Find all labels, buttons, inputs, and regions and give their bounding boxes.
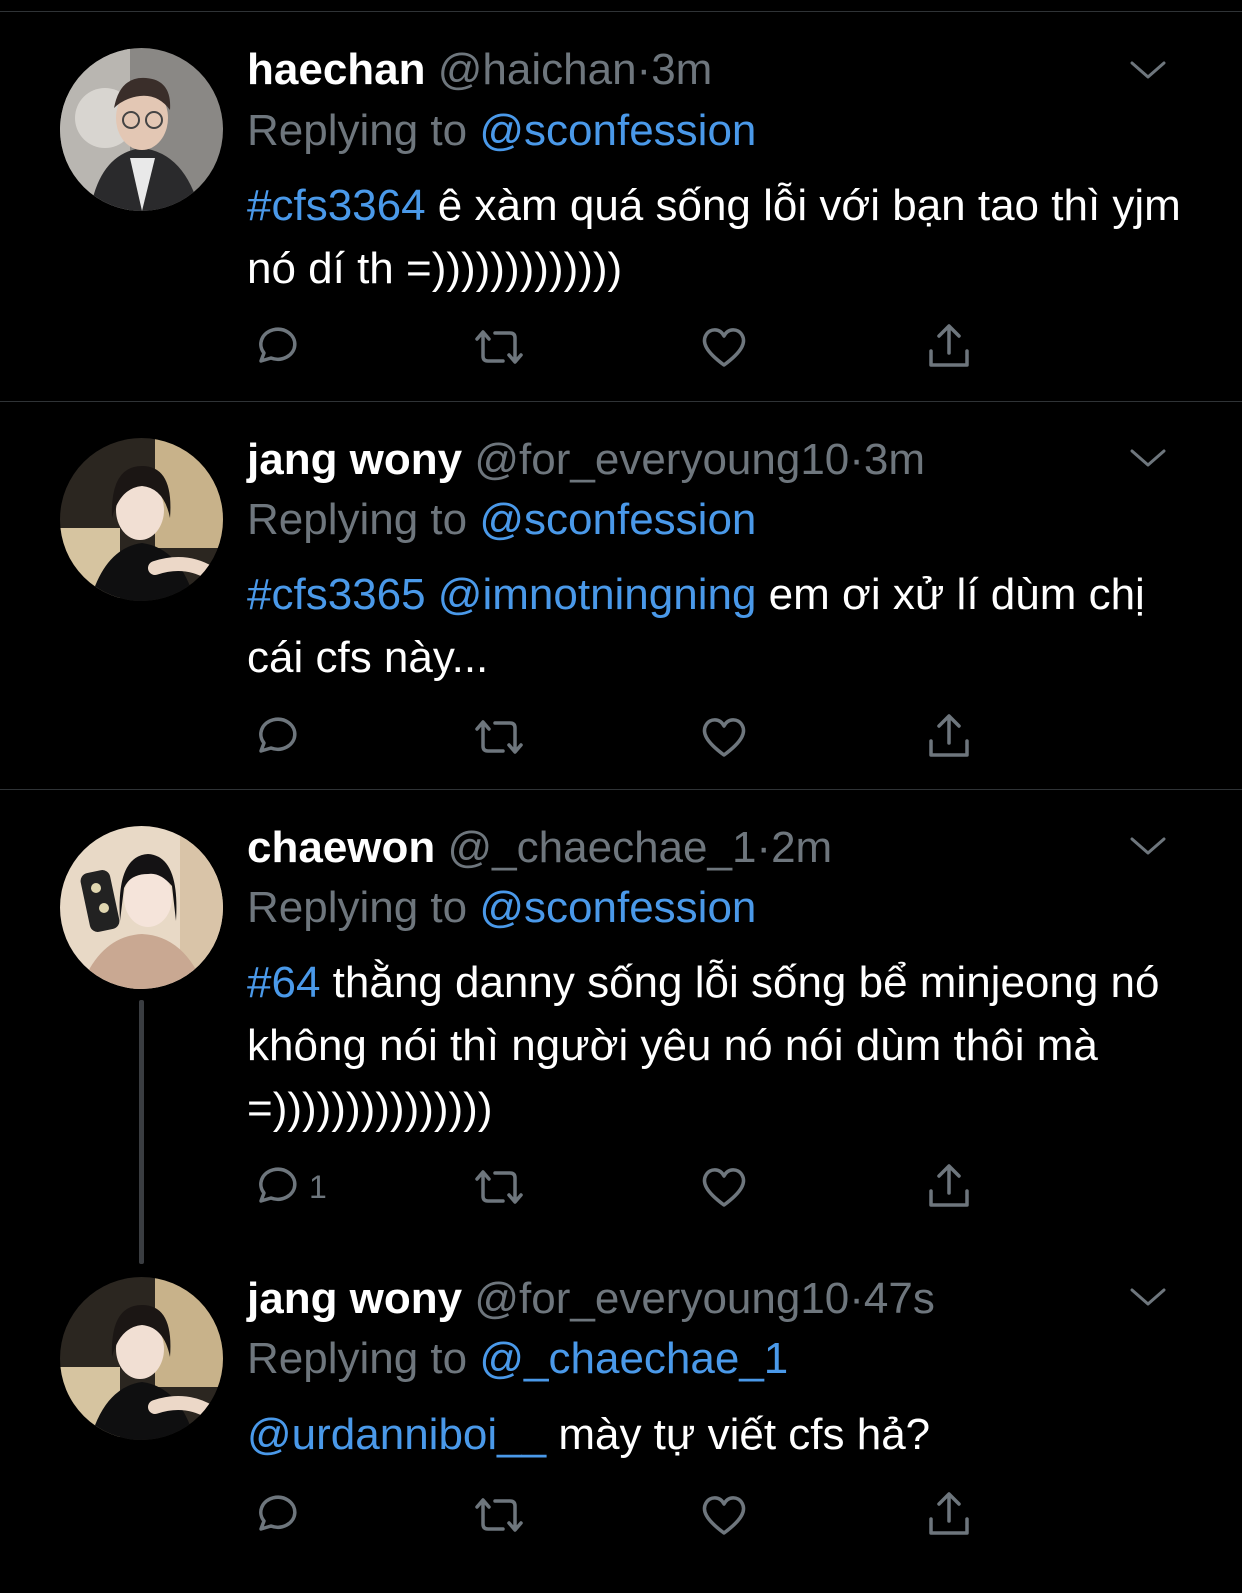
retweet-button[interactable] (471, 1490, 527, 1540)
tweet-text: @urdanniboi__ mày tự viết cfs hả? (247, 1403, 1197, 1466)
tweet-text: #64 thằng danny sống lỗi sống bể minjeon… (247, 951, 1197, 1140)
timestamp[interactable]: 3m (651, 45, 712, 94)
replying-to-line: Replying to @sconfession (247, 495, 756, 545)
tweet-2[interactable]: jang wony @for_everyoung10·3m Replying t… (0, 402, 1242, 790)
replying-to-line: Replying to @sconfession (247, 106, 756, 156)
display-name[interactable]: haechan (247, 45, 426, 94)
user-handle[interactable]: @for_everyoung10 (474, 435, 849, 484)
tweet-3[interactable]: chaewon @_chaechae_1·2m Replying to @sco… (0, 790, 1242, 1264)
retweet-button[interactable] (471, 322, 527, 372)
share-icon (929, 714, 969, 757)
reply-button[interactable] (251, 322, 309, 372)
reply-icon (259, 717, 297, 753)
reply-button[interactable]: 1 (251, 1162, 327, 1212)
retweet-icon (475, 1170, 523, 1204)
tweet-header: haechan @haichan·3m (247, 45, 712, 95)
heart-icon (702, 718, 746, 757)
action-bar (247, 712, 1007, 762)
display-name[interactable]: chaewon (247, 823, 435, 872)
mention-link[interactable]: @imnotningning (426, 570, 757, 619)
retweet-button[interactable] (471, 1162, 527, 1212)
avatar-jang-wony[interactable] (60, 438, 223, 601)
share-button[interactable] (925, 712, 973, 762)
tweet-header: jang wony @for_everyoung10·47s (247, 1274, 935, 1324)
heart-icon (702, 1496, 746, 1535)
tweet-header: chaewon @_chaechae_1·2m (247, 823, 832, 873)
user-handle[interactable]: @haichan (438, 45, 637, 94)
mention-link[interactable]: @urdanniboi__ (247, 1410, 546, 1459)
retweet-icon (475, 720, 523, 754)
share-button[interactable] (925, 1162, 973, 1212)
tweet-body-text: thằng danny sống lỗi sống bể minjeong nó… (247, 958, 1160, 1133)
timestamp[interactable]: 3m (864, 435, 925, 484)
reply-icon (259, 1167, 297, 1203)
separator-dot: · (636, 45, 652, 94)
reply-icon (259, 327, 297, 363)
chevron-down-icon[interactable] (1128, 58, 1168, 82)
replying-prefix: Replying to (247, 1334, 468, 1383)
heart-icon (702, 1168, 746, 1207)
display-name[interactable]: jang wony (247, 1274, 462, 1323)
avatar-haechan[interactable] (60, 48, 223, 211)
tweet-text: #cfs3365 @imnotningning em ơi xử lí dùm … (247, 563, 1197, 689)
retweet-button[interactable] (471, 712, 527, 762)
share-icon (929, 1492, 969, 1535)
replying-to-line: Replying to @_chaechae_1 (247, 1334, 788, 1384)
reply-button[interactable] (251, 712, 309, 762)
like-button[interactable] (699, 1162, 749, 1212)
user-handle[interactable]: @_chaechae_1 (448, 823, 757, 872)
share-icon (929, 1164, 969, 1207)
replying-prefix: Replying to (247, 883, 468, 932)
separator-dot: · (849, 1274, 864, 1323)
share-button[interactable] (925, 322, 973, 372)
share-button[interactable] (925, 1490, 973, 1540)
like-button[interactable] (699, 322, 749, 372)
replying-to-handle[interactable]: @_chaechae_1 (479, 1334, 788, 1383)
replying-to-handle[interactable]: @sconfession (479, 495, 756, 544)
chevron-down-icon[interactable] (1128, 834, 1168, 858)
replying-to-line: Replying to @sconfession (247, 883, 756, 933)
replying-to-handle[interactable]: @sconfession (479, 883, 756, 932)
tweet-text: #cfs3364 ê xàm quá sống lỗi với bạn tao … (247, 174, 1197, 300)
heart-icon (702, 328, 746, 367)
like-button[interactable] (699, 712, 749, 762)
avatar-jang-wony[interactable] (60, 1277, 223, 1440)
like-button[interactable] (699, 1490, 749, 1540)
avatar-chaewon[interactable] (60, 826, 223, 989)
thread-connector-line (139, 1000, 144, 1264)
hashtag-link[interactable]: #64 (247, 958, 320, 1007)
replying-prefix: Replying to (247, 106, 468, 155)
replying-prefix: Replying to (247, 495, 468, 544)
retweet-icon (475, 1498, 523, 1532)
tweet-1[interactable]: haechan @haichan·3m Replying to @sconfes… (0, 0, 1242, 402)
tweet-body-text: mày tự viết cfs hả? (546, 1410, 931, 1459)
action-bar: 1 (247, 1162, 1007, 1212)
action-bar (247, 322, 1007, 372)
share-icon (929, 324, 969, 367)
separator-dot: · (849, 435, 864, 484)
display-name[interactable]: jang wony (247, 435, 462, 484)
retweet-icon (475, 330, 523, 364)
action-bar (247, 1490, 1007, 1540)
replying-to-handle[interactable]: @sconfession (479, 106, 756, 155)
separator-dot: · (756, 823, 772, 872)
reply-icon (259, 1495, 297, 1531)
timestamp[interactable]: 47s (864, 1274, 935, 1323)
hashtag-link[interactable]: #cfs3364 (247, 181, 426, 230)
tweet-header: jang wony @for_everyoung10·3m (247, 435, 925, 485)
hashtag-link[interactable]: #cfs3365 (247, 570, 426, 619)
timestamp[interactable]: 2m (771, 823, 832, 872)
user-handle[interactable]: @for_everyoung10 (474, 1274, 849, 1323)
chevron-down-icon[interactable] (1128, 1285, 1168, 1309)
chevron-down-icon[interactable] (1128, 446, 1168, 470)
tweet-4[interactable]: jang wony @for_everyoung10·47s Replying … (0, 1245, 1242, 1593)
reply-button[interactable] (251, 1490, 309, 1540)
reply-count: 1 (309, 1168, 327, 1205)
